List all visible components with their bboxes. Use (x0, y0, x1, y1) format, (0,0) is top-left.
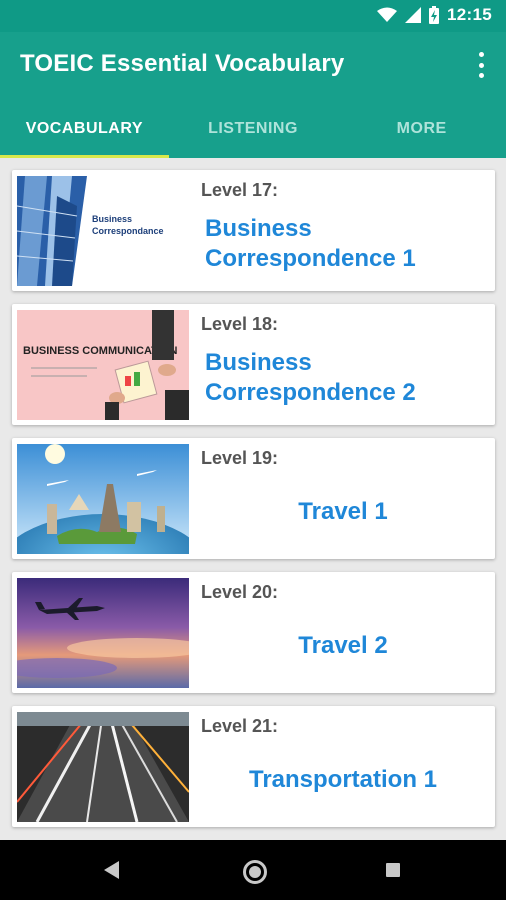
level-card-21[interactable]: Level 21: Transportation 1 (12, 706, 495, 827)
app-title: TOEIC Essential Vocabulary (20, 50, 345, 77)
level-label: Level 17: (201, 180, 279, 200)
airplane-sunset-thumbnail (17, 578, 189, 688)
level-title: Travel 1 (298, 497, 388, 525)
back-icon[interactable] (104, 861, 120, 879)
tab-more[interactable]: MORE (337, 100, 506, 158)
wifi-icon (377, 7, 398, 22)
signal-icon (405, 7, 422, 23)
overflow-menu-icon[interactable] (476, 52, 486, 78)
level-label: Level 18: (201, 314, 279, 334)
thumb-label-business: Business (92, 214, 132, 224)
level-card-19[interactable]: Level 19: Travel 1 (12, 438, 495, 559)
tab-listening[interactable]: LISTENING (169, 100, 338, 158)
home-icon[interactable] (243, 860, 267, 884)
recent-apps-icon[interactable] (386, 863, 400, 877)
travel-globe-thumbnail (17, 444, 189, 554)
tab-bar: VOCABULARY LISTENING MORE (0, 100, 506, 158)
level-list: Business Correspondance Level 17: Busine… (0, 158, 506, 840)
status-time: 12:15 (447, 5, 492, 24)
level-label: Level 21: (201, 716, 279, 736)
tab-vocabulary[interactable]: VOCABULARY (0, 100, 169, 158)
level-title: Business Correspondence 1 (205, 214, 416, 272)
app-bar: TOEIC Essential Vocabulary (0, 32, 506, 100)
level-title: Business Correspondence 2 (205, 348, 416, 406)
level-title: Transportation 1 (248, 765, 438, 793)
battery-icon (429, 6, 440, 24)
thumb-label-correspondance: Correspondance (92, 226, 164, 236)
level-card-20[interactable]: Level 20: Travel 2 (12, 572, 495, 693)
level-label: Level 19: (201, 448, 279, 468)
highway-traffic-thumbnail (17, 712, 189, 822)
business-thumbnail: Business Correspondance (17, 176, 189, 286)
status-bar: 12:15 (0, 0, 506, 32)
level-card-18[interactable]: BUSINESS COMMUNICATION Level 18: Busines… (12, 304, 495, 425)
business-communication-thumbnail: BUSINESS COMMUNICATION (17, 310, 189, 420)
level-card-17[interactable]: Business Correspondance Level 17: Busine… (12, 170, 495, 291)
level-title: Travel 2 (298, 631, 388, 659)
level-label: Level 20: (201, 582, 279, 602)
navigation-bar (0, 840, 506, 900)
